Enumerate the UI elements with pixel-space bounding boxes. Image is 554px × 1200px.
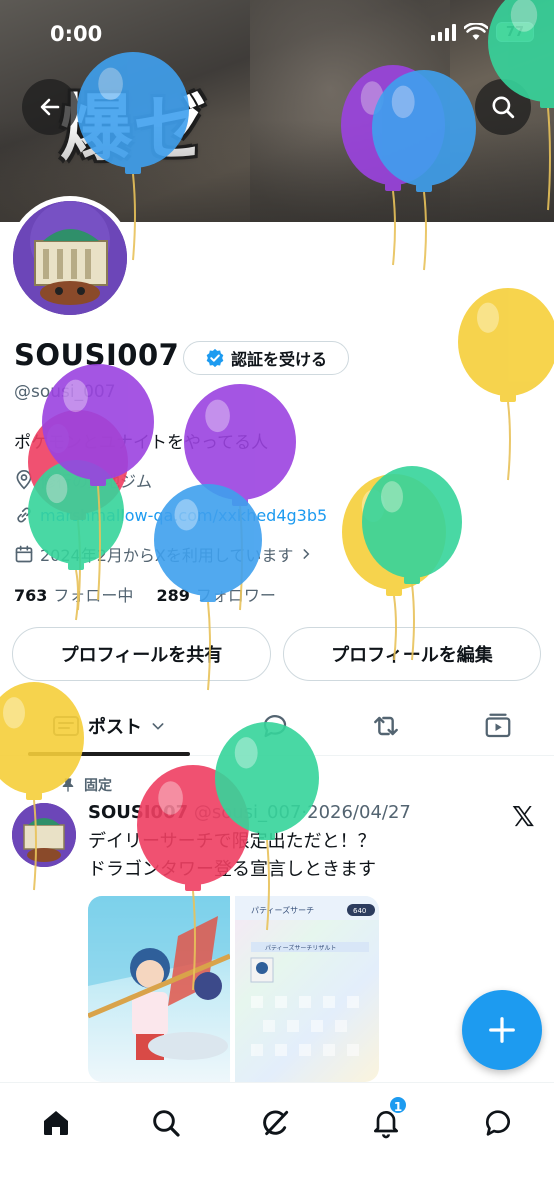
tab-replies[interactable] bbox=[250, 696, 300, 756]
following-label: フォロー中 bbox=[53, 586, 134, 605]
status-icons: 77 bbox=[431, 22, 534, 42]
repost-icon bbox=[374, 716, 398, 736]
chevron-down-icon bbox=[152, 723, 164, 730]
plus-icon bbox=[489, 1017, 515, 1043]
home-icon bbox=[44, 1111, 68, 1135]
profile-name: SOUSI007 bbox=[14, 338, 180, 372]
pinned-text: 固定 bbox=[84, 778, 112, 794]
tab-media[interactable] bbox=[473, 696, 523, 756]
post-header: SOUSI007 @sousi_007·2026/04/27 bbox=[88, 802, 411, 823]
signal-icon bbox=[431, 23, 456, 41]
profile-website[interactable]: marshmallow-qa.com/xxkhed4g3b5 bbox=[14, 505, 327, 525]
bottom-navigation: 1 bbox=[0, 1082, 554, 1200]
verify-label: 認証を受ける bbox=[230, 350, 327, 369]
active-tab-indicator bbox=[28, 752, 190, 756]
post-handle[interactable]: @sousi_007 bbox=[194, 802, 302, 823]
tab-reposts[interactable] bbox=[361, 696, 411, 756]
search-icon bbox=[492, 96, 515, 119]
calendar-icon bbox=[15, 545, 33, 563]
profile-handle: @sousi_007 bbox=[14, 382, 116, 402]
wifi-icon bbox=[464, 23, 488, 40]
pinned-label: 固定 bbox=[60, 775, 112, 795]
joined-text: 2024年2月からXを利用しています bbox=[40, 546, 294, 565]
messages-icon bbox=[485, 1110, 510, 1136]
tab-posts-label: ポスト bbox=[88, 717, 142, 738]
profile-joined[interactable]: 2024年2月からXを利用しています bbox=[14, 542, 313, 566]
back-button[interactable] bbox=[22, 79, 78, 135]
profile-avatar[interactable] bbox=[8, 196, 132, 320]
balloon bbox=[458, 288, 554, 481]
grok-icon bbox=[263, 1110, 289, 1136]
profile-bio: ポケモンとユナイトをやってる人 bbox=[14, 433, 269, 453]
verified-badge-icon bbox=[206, 348, 224, 368]
followers-label: フォロワー bbox=[195, 586, 276, 605]
nav-home[interactable] bbox=[32, 1099, 80, 1147]
post-image-2[interactable]: パティーズサーチ 640 パティーズサーチリザルト bbox=[235, 896, 379, 1082]
chevron-right-icon bbox=[303, 549, 310, 559]
post-date[interactable]: ·2026/04/27 bbox=[301, 802, 410, 823]
followers-count: 289 bbox=[156, 586, 190, 605]
website-link[interactable]: marshmallow-qa.com/xxkhed4g3b5 bbox=[40, 506, 327, 525]
location-text: 修行の聖地ジム bbox=[40, 472, 153, 491]
post-avatar[interactable] bbox=[12, 803, 76, 867]
nav-grok[interactable] bbox=[252, 1099, 300, 1147]
share-profile-button[interactable]: プロフィールを共有 bbox=[12, 627, 271, 681]
link-icon bbox=[17, 507, 31, 523]
follow-stats: 763 フォロー中 289 フォロワー bbox=[14, 582, 276, 606]
post-image-1[interactable] bbox=[88, 896, 230, 1082]
followers-link[interactable]: 289 フォロワー bbox=[157, 586, 276, 605]
profile-location: 修行の聖地ジム bbox=[14, 468, 152, 492]
following-link[interactable]: 763 フォロー中 bbox=[14, 586, 133, 605]
list-icon bbox=[53, 716, 79, 736]
notification-badge: 1 bbox=[388, 1095, 408, 1115]
status-time: 0:00 bbox=[50, 22, 103, 46]
avatar-image bbox=[13, 201, 127, 315]
edit-profile-button[interactable]: プロフィールを編集 bbox=[283, 627, 541, 681]
media-icon bbox=[485, 713, 511, 738]
balloon bbox=[184, 384, 296, 611]
tab-posts[interactable]: ポスト bbox=[28, 696, 190, 756]
pin-icon bbox=[62, 778, 74, 792]
nav-notifications[interactable]: 1 bbox=[362, 1095, 410, 1147]
image2-title: パティーズサーチ bbox=[251, 905, 314, 915]
nav-messages[interactable] bbox=[474, 1099, 522, 1147]
search-button[interactable] bbox=[475, 79, 531, 135]
reply-icon bbox=[263, 715, 287, 738]
compose-button[interactable] bbox=[462, 990, 542, 1070]
location-icon bbox=[16, 470, 32, 490]
image2-subtitle: パティーズサーチリザルト bbox=[265, 944, 336, 952]
post-text: デイリーサーチで限定出ただと！？ ドラゴンタワー登る宣言しときます bbox=[88, 831, 376, 880]
post-author[interactable]: SOUSI007 bbox=[88, 802, 188, 823]
profile-tabs: ポスト bbox=[0, 696, 554, 756]
following-count: 763 bbox=[14, 586, 48, 605]
search-icon bbox=[153, 1110, 180, 1137]
image2-badge: 640 bbox=[353, 907, 366, 915]
verify-button[interactable]: 認証を受ける bbox=[183, 341, 349, 375]
back-arrow-icon bbox=[40, 98, 60, 116]
x-logo-icon: 𝕏 bbox=[512, 800, 535, 833]
nav-search[interactable] bbox=[142, 1099, 190, 1147]
battery-icon: 77 bbox=[496, 22, 534, 42]
